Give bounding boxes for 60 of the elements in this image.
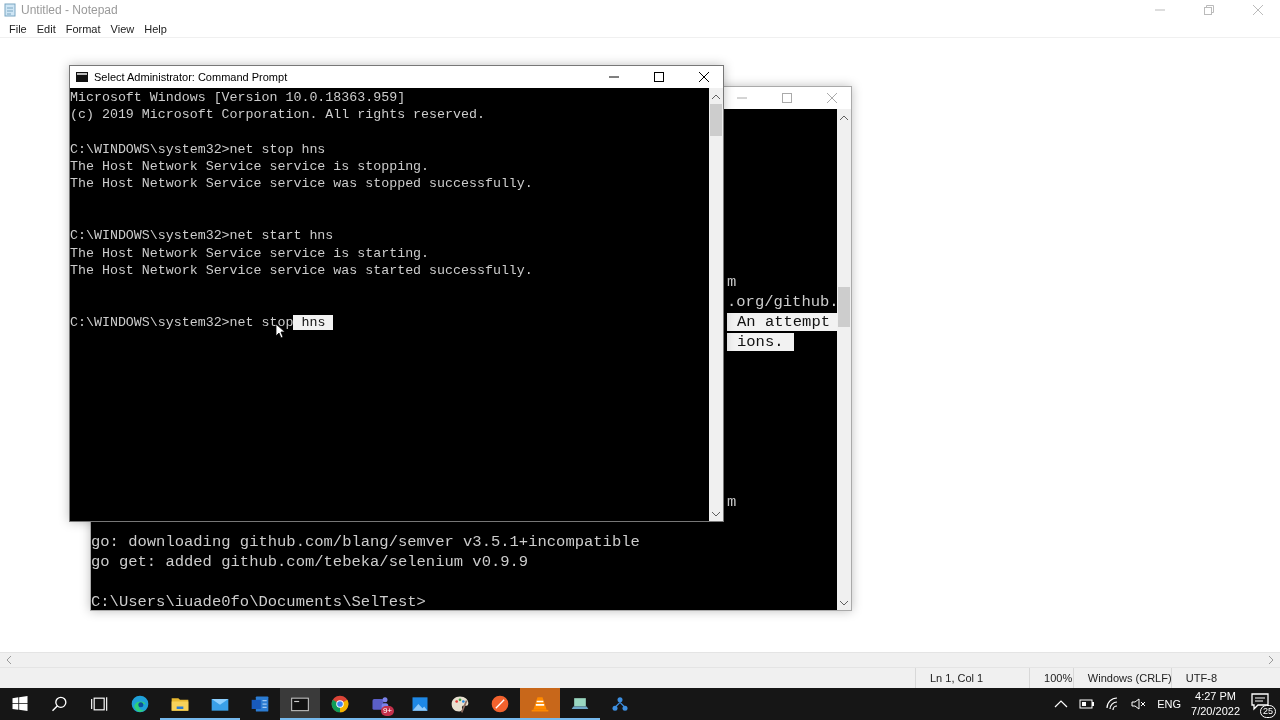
console-line: .org/github. — [727, 293, 837, 311]
console-line: C:\WINDOWS\system32>net start hns — [70, 228, 334, 244]
traffic-cone-icon — [530, 694, 550, 714]
scrollbar[interactable] — [709, 88, 723, 521]
scroll-up-icon[interactable] — [840, 115, 848, 121]
scrollbar-thumb[interactable] — [710, 104, 722, 136]
volume-muted-icon[interactable] — [1131, 696, 1148, 712]
close-icon — [698, 72, 709, 82]
window-title: Select Administrator: Command Prompt — [94, 71, 288, 83]
console-line: The Host Network Service service is starting. — [70, 245, 430, 261]
console-line: Microsoft Windows [Version 10.0.18363.959] — [70, 90, 406, 105]
palette-icon — [450, 694, 470, 714]
restore-icon — [1204, 5, 1214, 15]
console-line: C:\WINDOWS\system32>net stop — [70, 314, 294, 330]
clock-date[interactable]: 7/20/2022 — [1191, 704, 1240, 719]
menu-item[interactable]: Help — [139, 22, 172, 35]
maximize-icon — [781, 93, 792, 103]
task-view-icon — [90, 694, 110, 714]
chrome-icon — [330, 694, 350, 714]
landscape-icon — [410, 694, 430, 714]
console-line: m — [727, 493, 737, 511]
notification-count: 25 — [1260, 705, 1276, 718]
language-indicator[interactable]: ENG — [1157, 698, 1182, 710]
scroll-down-icon[interactable] — [712, 511, 720, 517]
scrollbar[interactable] — [837, 109, 851, 610]
clock-time[interactable]: 4:27 PM — [1195, 689, 1236, 704]
console-line: The Host Network Service service is stopping. — [70, 159, 430, 175]
notepad-icon — [4, 3, 16, 17]
menu-item[interactable]: View — [105, 22, 140, 35]
windows-logo-icon — [10, 694, 30, 714]
taskbar-button[interactable]: 9+ — [360, 688, 400, 720]
network-icon — [610, 694, 630, 714]
maximize-icon — [653, 72, 664, 82]
console-line: The Host Network Service service was stopped successfully. — [70, 176, 533, 192]
console-line: C:\Users\iuade0fo\Documents\SelTest> — [91, 593, 426, 610]
battery-icon[interactable] — [1079, 696, 1096, 712]
console-line: m — [727, 273, 737, 291]
slash-circle-icon — [490, 694, 510, 714]
console-line: go get: added github.com/tebeka/selenium v0.9.9 — [91, 553, 529, 571]
console-line: (c) 2019 Microsoft Corporation. All rights reserved. — [70, 107, 485, 123]
notification-badge: 9+ — [380, 706, 394, 716]
console-line: go: downloading github.com/blang/semver v3.5.1+incompatible — [91, 533, 640, 551]
menu-item[interactable]: Edit — [31, 22, 61, 35]
console-icon — [76, 72, 88, 82]
taskbar-button[interactable] — [280, 688, 320, 720]
edge-icon — [130, 694, 150, 714]
close-icon — [826, 93, 837, 103]
console-line: The Host Network Service service was started successfully. — [70, 262, 533, 278]
close-icon — [1253, 5, 1263, 15]
scrollbar-thumb[interactable] — [838, 287, 850, 327]
document-icon — [250, 694, 270, 714]
selected-text: hns — [293, 314, 334, 330]
menu-item[interactable]: Format — [60, 22, 106, 35]
window-title: Untitled - Notepad — [21, 3, 118, 17]
console-line: C:\WINDOWS\system32>net stop hns — [70, 141, 326, 157]
selected-text: ions. — [727, 333, 794, 351]
scroll-down-icon[interactable] — [840, 600, 848, 606]
menu-item[interactable]: File — [4, 22, 32, 35]
selected-text: An attempt — [727, 313, 837, 331]
scroll-up-icon[interactable] — [712, 94, 720, 100]
